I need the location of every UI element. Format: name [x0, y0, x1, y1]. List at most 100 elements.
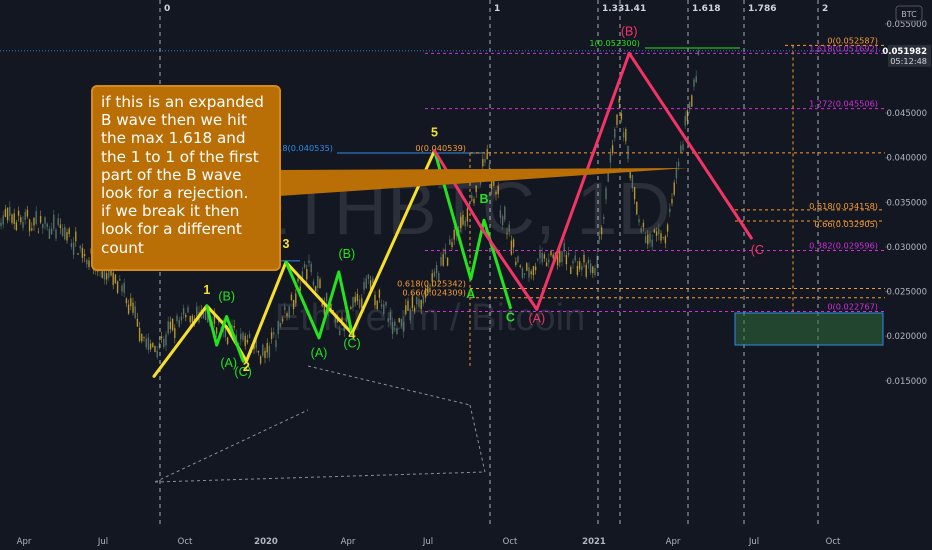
- wave-label: (B): [218, 290, 235, 304]
- fib-time-label: 2: [822, 4, 828, 14]
- candle-body: [288, 306, 290, 317]
- candle-body: [48, 228, 51, 239]
- candle-body: [130, 298, 132, 306]
- wave-label: (C: [751, 243, 764, 257]
- candle-body: [504, 206, 506, 220]
- wave-label: (A): [311, 346, 328, 360]
- candle-body: [119, 278, 121, 281]
- candle-body: [530, 271, 532, 275]
- price-tick-label: 0.040000: [886, 154, 927, 164]
- candle-body: [147, 337, 150, 350]
- candle-body: [405, 305, 407, 315]
- candle-body: [578, 261, 581, 270]
- note-line: look for a different: [101, 220, 242, 239]
- candle-body: [620, 113, 623, 120]
- candle-body: [39, 215, 42, 223]
- candle-body: [189, 316, 191, 323]
- candle-body: [585, 264, 587, 277]
- time-tick-label: Apr: [17, 537, 32, 547]
- candle-body: [105, 273, 108, 280]
- candle-body: [125, 298, 128, 304]
- candle-body: [81, 247, 84, 258]
- candle-body: [512, 239, 515, 248]
- candle-body: [383, 304, 385, 314]
- candle-body: [550, 250, 552, 256]
- candle-body: [394, 321, 396, 327]
- candle-body: [407, 300, 409, 311]
- wave-label: 4: [349, 327, 356, 341]
- candle-body: [497, 185, 499, 195]
- candle-body: [339, 330, 341, 336]
- candle-body: [121, 285, 123, 292]
- candle-body: [625, 128, 627, 142]
- candle-body: [367, 274, 370, 279]
- candle-body: [411, 296, 414, 309]
- candle-body: [270, 332, 273, 339]
- target-zone-box[interactable]: [734, 312, 884, 346]
- candle-body: [196, 306, 198, 317]
- candle-body: [361, 298, 363, 309]
- time-axis-bg: [0, 530, 932, 550]
- fib-time-label: 0: [164, 4, 170, 14]
- candle-body: [185, 314, 187, 318]
- candle-body: [647, 234, 649, 245]
- candle-body: [695, 76, 697, 83]
- candle-body: [603, 217, 605, 220]
- candle-body: [664, 236, 667, 244]
- fib-level-label: 1.618(0.051692): [809, 43, 878, 53]
- candle-body: [587, 259, 590, 264]
- time-tick-label: Jul: [97, 537, 108, 547]
- candle-body: [11, 214, 13, 223]
- candle-body: [631, 175, 634, 188]
- candle-body: [660, 233, 662, 241]
- candle-body: [611, 145, 614, 154]
- candle-body: [363, 282, 365, 290]
- candle-body: [600, 227, 603, 235]
- candle-body: [559, 250, 561, 263]
- candle-body: [325, 292, 328, 302]
- candle-body: [508, 224, 510, 232]
- candle-body: [57, 218, 59, 225]
- candle-body: [537, 259, 539, 261]
- candle-body: [453, 229, 455, 240]
- candle-body: [444, 248, 447, 255]
- candle-body: [244, 335, 246, 347]
- candle-body: [79, 245, 81, 249]
- candle-body: [286, 313, 288, 317]
- candle-body: [416, 297, 418, 305]
- annotation-note[interactable]: if this is an expanded B wave then we hit…: [91, 85, 281, 271]
- wave-label: 5: [431, 126, 438, 140]
- candle-body: [83, 254, 86, 257]
- fib-time-label: 1.41: [624, 4, 646, 14]
- candle-body: [471, 195, 473, 202]
- fib-level-label: 0(0.022767): [827, 301, 878, 311]
- price-chart[interactable]: ETHBTC, 1D Ethereum / Bitcoin 0 1 1.33 1.41…: [0, 0, 932, 550]
- wave-label: 2: [243, 360, 250, 374]
- candle-body: [2, 215, 4, 225]
- candle-body: [292, 299, 295, 310]
- candle-body: [671, 199, 673, 204]
- candle-body: [482, 159, 484, 167]
- candle-body: [548, 259, 550, 263]
- note-line: the max 1.618 and: [101, 129, 246, 148]
- price-tick-label: 0.030000: [886, 243, 927, 253]
- fib-level-label: 0(0.040539): [415, 143, 466, 153]
- candle-body: [303, 263, 306, 268]
- candle-body: [59, 224, 62, 229]
- time-tick-label: Jul: [422, 537, 433, 547]
- candle-body: [141, 333, 143, 342]
- candle-body: [605, 188, 607, 200]
- candle-body: [4, 209, 7, 217]
- candle-body: [680, 145, 682, 152]
- candle-body: [167, 321, 169, 334]
- candle-body: [240, 333, 242, 340]
- candle-body: [174, 328, 176, 339]
- note-line: the 1 to 1 of the first: [101, 147, 259, 166]
- price-tick-label: 0.015000: [886, 377, 927, 387]
- candle-body: [378, 289, 381, 298]
- candle-body: [662, 236, 664, 239]
- candle-body: [204, 309, 207, 320]
- candle-body: [266, 342, 268, 353]
- candle-body: [156, 350, 158, 358]
- candle-body: [35, 211, 37, 224]
